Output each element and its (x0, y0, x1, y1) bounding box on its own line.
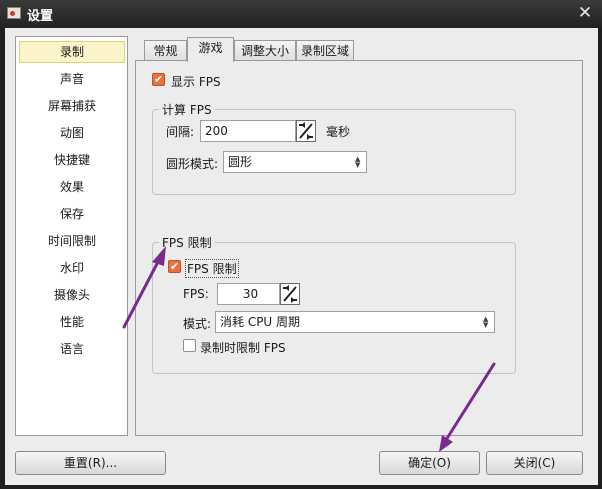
settings-window: 设置 ✕ 录制 声音 屏幕捕获 动图 快捷键 效果 保存 时间限制 水印 摄像头… (0, 0, 602, 489)
limit-when-recording-label: 录制时限制 FPS (200, 341, 286, 355)
tab-record-area[interactable]: 录制区域 (296, 40, 354, 62)
window-title: 设置 (27, 9, 54, 24)
sidebar-item-effects[interactable]: 效果 (19, 176, 125, 198)
tab-resize[interactable]: 调整大小 (234, 40, 296, 62)
select-arrows-icon: ▲ ▼ (355, 155, 361, 169)
fps-limit-group-title: FPS 限制 (159, 234, 215, 251)
app-icon (7, 7, 21, 19)
dialog-client: 录制 声音 屏幕捕获 动图 快捷键 效果 保存 时间限制 水印 摄像头 性能 语… (5, 28, 598, 485)
sidebar-item-sound[interactable]: 声音 (19, 68, 125, 90)
limit-mode-select[interactable]: 消耗 CPU 周期 ▲ ▼ (215, 311, 495, 333)
sidebar-item-record[interactable]: 录制 (19, 41, 125, 63)
select-arrows-icon: ▲ ▼ (483, 315, 489, 329)
circle-mode-value: 圆形 (228, 155, 253, 169)
interval-label: 间隔: (166, 125, 195, 139)
interval-spin-button[interactable] (296, 120, 316, 142)
fps-label: FPS: (183, 287, 209, 301)
sidebar-item-watermark[interactable]: 水印 (19, 257, 125, 279)
game-tab-panel: ✔ 显示 FPS 计算 FPS 间隔: 200 毫秒 圆形模式: 圆形 ▲ ▼ … (135, 60, 583, 436)
sidebar-item-hotkeys[interactable]: 快捷键 (19, 149, 125, 171)
interval-unit-label: 毫秒 (326, 125, 351, 139)
settings-category-list: 录制 声音 屏幕捕获 动图 快捷键 效果 保存 时间限制 水印 摄像头 性能 语… (15, 36, 128, 436)
spin-arrows-icon (283, 285, 297, 303)
limit-when-recording-checkbox[interactable] (183, 339, 196, 352)
interval-input[interactable]: 200 (200, 120, 296, 142)
sidebar-item-animation[interactable]: 动图 (19, 122, 125, 144)
limit-mode-label: 模式: (183, 317, 212, 331)
title-bar[interactable]: 设置 ✕ (0, 0, 602, 28)
close-icon[interactable]: ✕ (574, 2, 596, 24)
reset-button[interactable]: 重置(R)... (15, 451, 166, 475)
sidebar-item-performance[interactable]: 性能 (19, 311, 125, 333)
spin-arrows-icon (299, 122, 313, 140)
fps-limit-checkbox[interactable]: ✔ (168, 260, 181, 273)
circle-mode-label: 圆形模式: (166, 157, 219, 171)
ok-button[interactable]: 确定(O) (379, 451, 480, 475)
sidebar-item-time-limit[interactable]: 时间限制 (19, 230, 125, 252)
sidebar-item-language[interactable]: 语言 (19, 338, 125, 360)
sidebar-item-screen-capture[interactable]: 屏幕捕获 (19, 95, 125, 117)
show-fps-checkbox[interactable]: ✔ (152, 73, 165, 86)
limit-mode-value: 消耗 CPU 周期 (220, 315, 301, 329)
circle-mode-select[interactable]: 圆形 ▲ ▼ (223, 151, 367, 173)
fps-limit-label: FPS 限制 (185, 259, 239, 278)
show-fps-label: 显示 FPS (171, 75, 221, 89)
sidebar-item-webcam[interactable]: 摄像头 (19, 284, 125, 306)
fps-spin-button[interactable] (280, 283, 300, 305)
fps-input[interactable]: 30 (217, 283, 280, 305)
compute-fps-group-title: 计算 FPS (159, 101, 215, 118)
sidebar-item-save[interactable]: 保存 (19, 203, 125, 225)
tab-general[interactable]: 常规 (144, 40, 187, 62)
close-button[interactable]: 关闭(C) (486, 451, 583, 475)
tab-game[interactable]: 游戏 (187, 37, 234, 62)
